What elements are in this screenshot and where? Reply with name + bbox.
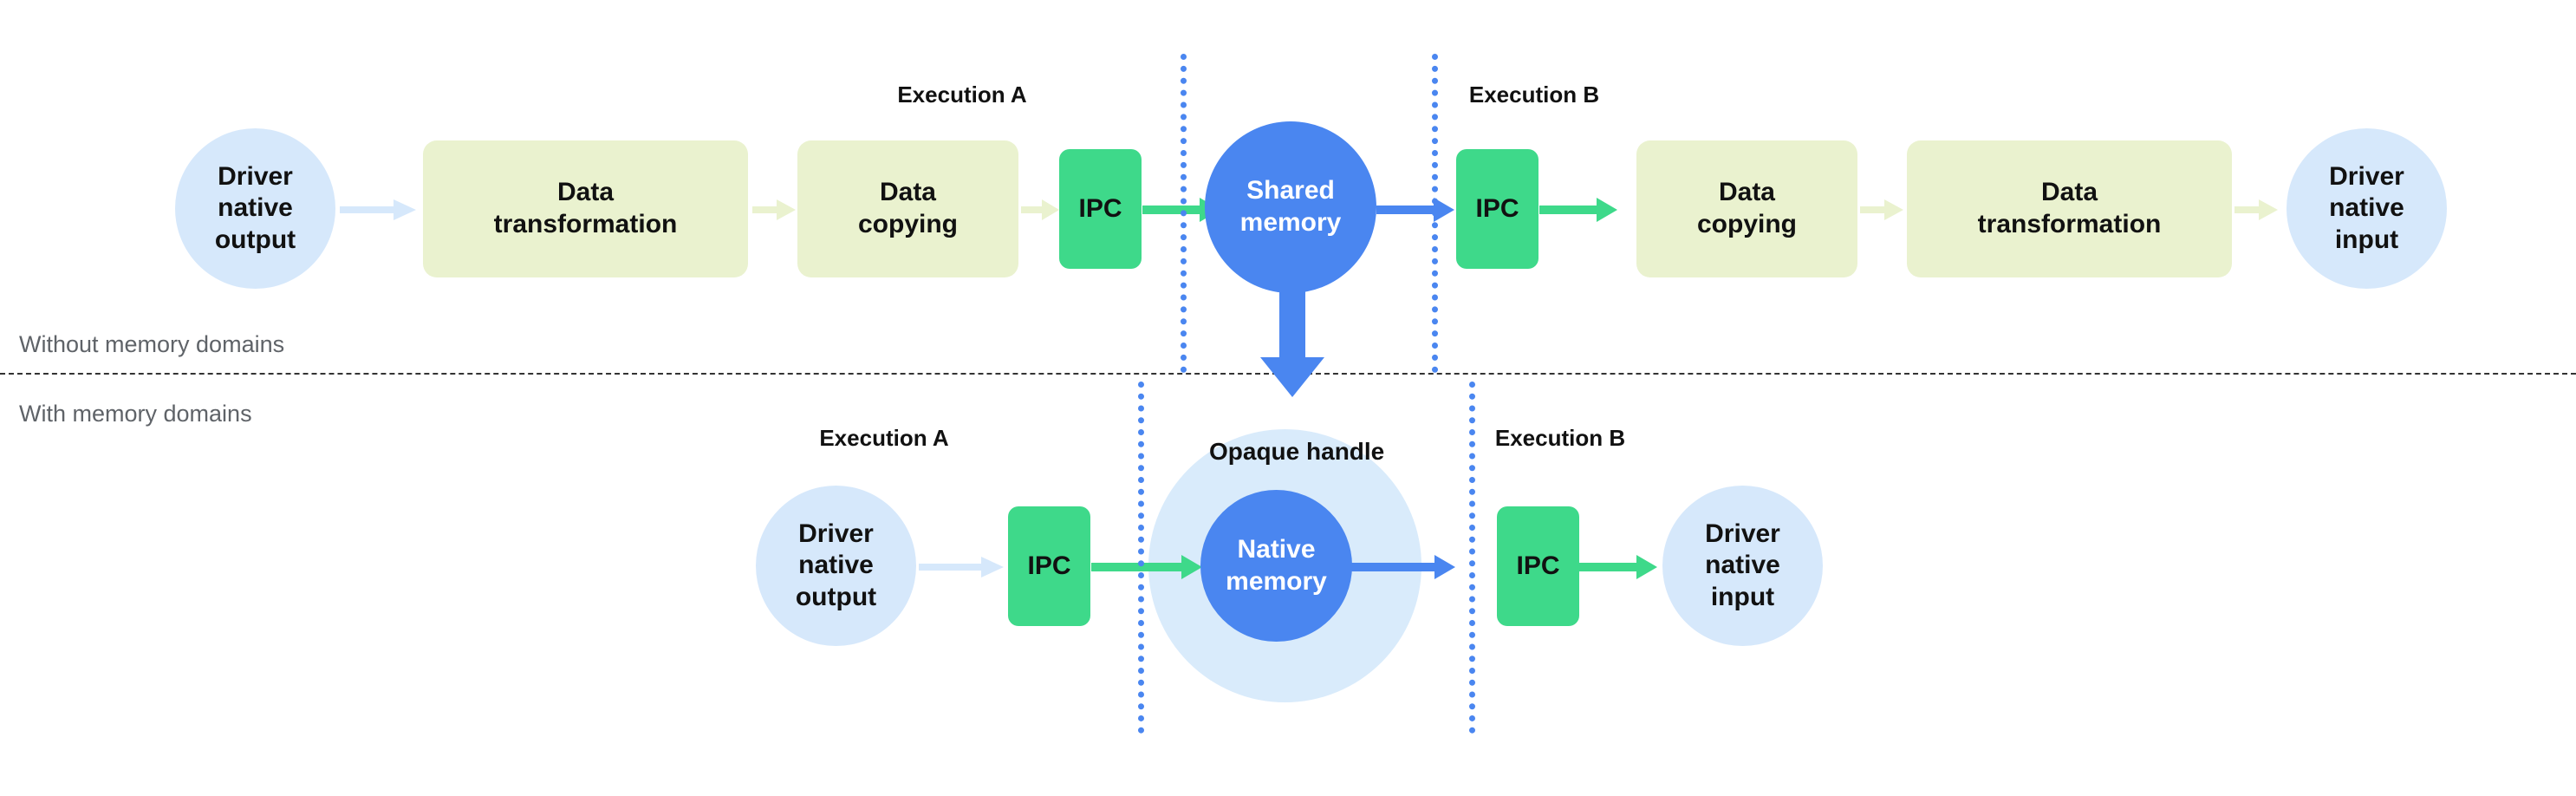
execution-a-label-top: Execution A bbox=[897, 82, 1027, 108]
node-label: IPC bbox=[1027, 551, 1071, 580]
node-label: Driver native output bbox=[214, 161, 296, 254]
arrow-output-to-transformation-top bbox=[340, 198, 418, 222]
execution-b-label-bottom: Execution B bbox=[1494, 425, 1626, 451]
node-ipc-a-top[interactable]: IPC bbox=[1059, 149, 1142, 269]
arrow-ipc-a-to-native-memory bbox=[1091, 555, 1204, 579]
node-ipc-a-bottom[interactable]: IPC bbox=[1008, 506, 1090, 626]
node-label: Data transformation bbox=[493, 178, 678, 238]
execution-a-label-bottom: Execution A bbox=[819, 425, 949, 451]
arrow-ipc-b-to-driver-input-bottom bbox=[1579, 555, 1659, 579]
node-label: Driver native input bbox=[2329, 161, 2404, 254]
node-label: Data copying bbox=[1696, 178, 1797, 238]
node-driver-native-input-bottom[interactable]: Driver native input bbox=[1662, 486, 1823, 646]
node-data-transformation-b[interactable]: Data transformation bbox=[1907, 140, 2232, 277]
arrow-native-memory-to-ipc-b bbox=[1349, 555, 1457, 579]
node-driver-native-output-bottom[interactable]: Driver native output bbox=[756, 486, 916, 646]
node-label: IPC bbox=[1078, 193, 1122, 223]
arrow-copying-b-to-transformation-b bbox=[1860, 198, 1905, 222]
node-label: Shared memory bbox=[1239, 176, 1342, 237]
node-ipc-b-top[interactable]: IPC bbox=[1456, 149, 1538, 269]
arrow-transformation-to-copying-top bbox=[752, 198, 797, 222]
memory-boundary-line-bottom-left bbox=[1138, 382, 1144, 734]
node-ipc-b-bottom[interactable]: IPC bbox=[1497, 506, 1579, 626]
diagram-canvas: Execution A Execution B Driver native ou… bbox=[0, 0, 2576, 796]
memory-boundary-line-bottom-right bbox=[1469, 382, 1475, 734]
node-data-transformation-a[interactable]: Data transformation bbox=[423, 140, 748, 277]
node-label: Driver native output bbox=[795, 519, 877, 611]
node-label: Data copying bbox=[857, 178, 958, 238]
label-with-memory-domains: With memory domains bbox=[19, 401, 252, 427]
node-label: IPC bbox=[1475, 193, 1519, 223]
arrow-transformation-b-to-driver-input bbox=[2234, 198, 2280, 222]
execution-b-label-top: Execution B bbox=[1468, 82, 1600, 108]
memory-boundary-line-top-left bbox=[1181, 54, 1187, 373]
arrow-driver-output-to-ipc-bottom bbox=[919, 555, 1005, 579]
node-driver-native-input-top[interactable]: Driver native input bbox=[2287, 128, 2447, 289]
node-shared-memory[interactable]: Shared memory bbox=[1205, 121, 1376, 293]
node-driver-native-output-top[interactable]: Driver native output bbox=[175, 128, 335, 289]
memory-boundary-line-top-right bbox=[1432, 54, 1438, 373]
opaque-handle-label: Opaque handle bbox=[1209, 438, 1385, 465]
label-without-memory-domains: Without memory domains bbox=[19, 331, 285, 357]
node-label: Data transformation bbox=[1977, 178, 2162, 238]
arrow-ipc-b-to-copying-top bbox=[1539, 198, 1619, 222]
node-data-copying-b[interactable]: Data copying bbox=[1636, 140, 1857, 277]
node-label: Driver native input bbox=[1705, 519, 1780, 611]
node-native-memory[interactable]: Native memory bbox=[1200, 490, 1352, 642]
arrow-copying-to-ipc-top-a bbox=[1021, 198, 1061, 222]
arrow-shared-memory-to-ipc-b bbox=[1376, 198, 1456, 222]
node-data-copying-a[interactable]: Data copying bbox=[797, 140, 1018, 277]
node-label: IPC bbox=[1516, 551, 1560, 580]
node-label: Native memory bbox=[1226, 534, 1327, 596]
